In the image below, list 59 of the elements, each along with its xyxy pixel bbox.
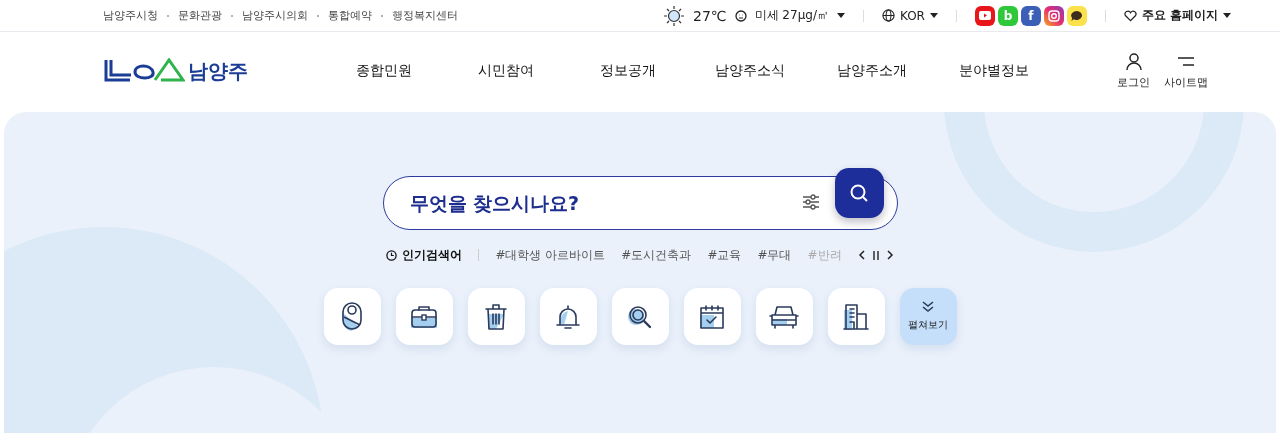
caret-icon xyxy=(929,13,938,18)
pause-icon[interactable] xyxy=(872,250,879,260)
nav-item[interactable]: 남양주소개 xyxy=(811,58,933,84)
trash-icon xyxy=(483,301,509,332)
homepages-menu[interactable]: 주요 홈페이지 xyxy=(1141,7,1219,24)
nav-item[interactable]: 시민참여 xyxy=(445,58,567,84)
top-link[interactable]: 문화관광 xyxy=(178,8,222,23)
keyword-link[interactable]: #무대 xyxy=(757,246,792,264)
quick-link-button[interactable] xyxy=(539,288,597,345)
sun-icon xyxy=(663,4,685,27)
youtube-icon[interactable] xyxy=(974,5,995,26)
next-icon[interactable] xyxy=(886,250,894,260)
quick-link-button[interactable] xyxy=(827,288,885,345)
top-link[interactable]: 행정복지센터 xyxy=(392,8,458,23)
search-button[interactable] xyxy=(834,168,884,218)
bell-icon xyxy=(554,302,582,331)
keyword-link[interactable]: #대학생 아르바이트 xyxy=(495,246,606,264)
keyword-link[interactable]: #도시건축과 xyxy=(621,246,692,264)
briefcase-icon xyxy=(409,303,439,330)
top-link[interactable]: 통합예약 xyxy=(328,8,372,23)
filter-icon[interactable] xyxy=(801,194,820,210)
quick-link-button[interactable] xyxy=(323,288,381,345)
top-link[interactable]: 남양주시청 xyxy=(103,8,158,23)
search-field[interactable]: 무엇을 찾으시나요? xyxy=(382,176,898,230)
quick-link-button[interactable] xyxy=(611,288,669,345)
top-link[interactable]: 남양주시의회 xyxy=(242,8,308,23)
instagram-icon[interactable] xyxy=(1043,5,1064,26)
double-chevron-icon xyxy=(922,301,934,313)
quick-link-button[interactable] xyxy=(755,288,813,345)
temperature: 27℃ xyxy=(693,7,727,24)
facebook-icon[interactable]: f xyxy=(1020,5,1041,26)
previous-icon[interactable] xyxy=(857,250,865,260)
user-icon xyxy=(1125,52,1142,71)
nav-item[interactable]: 종합민원 xyxy=(323,58,445,84)
quick-link-button[interactable] xyxy=(683,288,741,345)
heart-icon xyxy=(1123,9,1137,22)
face-icon xyxy=(734,9,747,22)
globe-icon xyxy=(881,9,895,22)
keyword-link[interactable]: #교육 xyxy=(707,246,742,264)
caret-icon xyxy=(1223,13,1232,18)
fine-dust: 미세 27μg/㎥ xyxy=(754,7,829,24)
quick-link-button[interactable] xyxy=(395,288,453,345)
expand-button[interactable]: 펼쳐보기 xyxy=(899,288,957,345)
baby-icon xyxy=(339,300,365,333)
clock-icon xyxy=(386,249,398,261)
logo-text[interactable]: 남양주 xyxy=(188,57,248,85)
search-icon xyxy=(849,183,869,203)
caret-icon xyxy=(836,13,845,18)
nav-item[interactable]: 남양주소식 xyxy=(689,58,811,84)
popular-label: 인기검색어 xyxy=(402,246,463,264)
nav-item[interactable]: 분야별정보 xyxy=(933,58,1055,84)
kakao-channel-icon[interactable] xyxy=(1066,5,1087,26)
building-icon xyxy=(842,301,870,332)
nav-item[interactable]: 정보공개 xyxy=(567,58,689,84)
calendar-icon xyxy=(698,302,726,331)
login-button[interactable]: 로그인 xyxy=(1117,52,1150,90)
quick-link-button[interactable] xyxy=(467,288,525,345)
sitemap-button[interactable]: 사이트맵 xyxy=(1164,52,1208,90)
language-selector[interactable]: KOR xyxy=(899,8,925,23)
